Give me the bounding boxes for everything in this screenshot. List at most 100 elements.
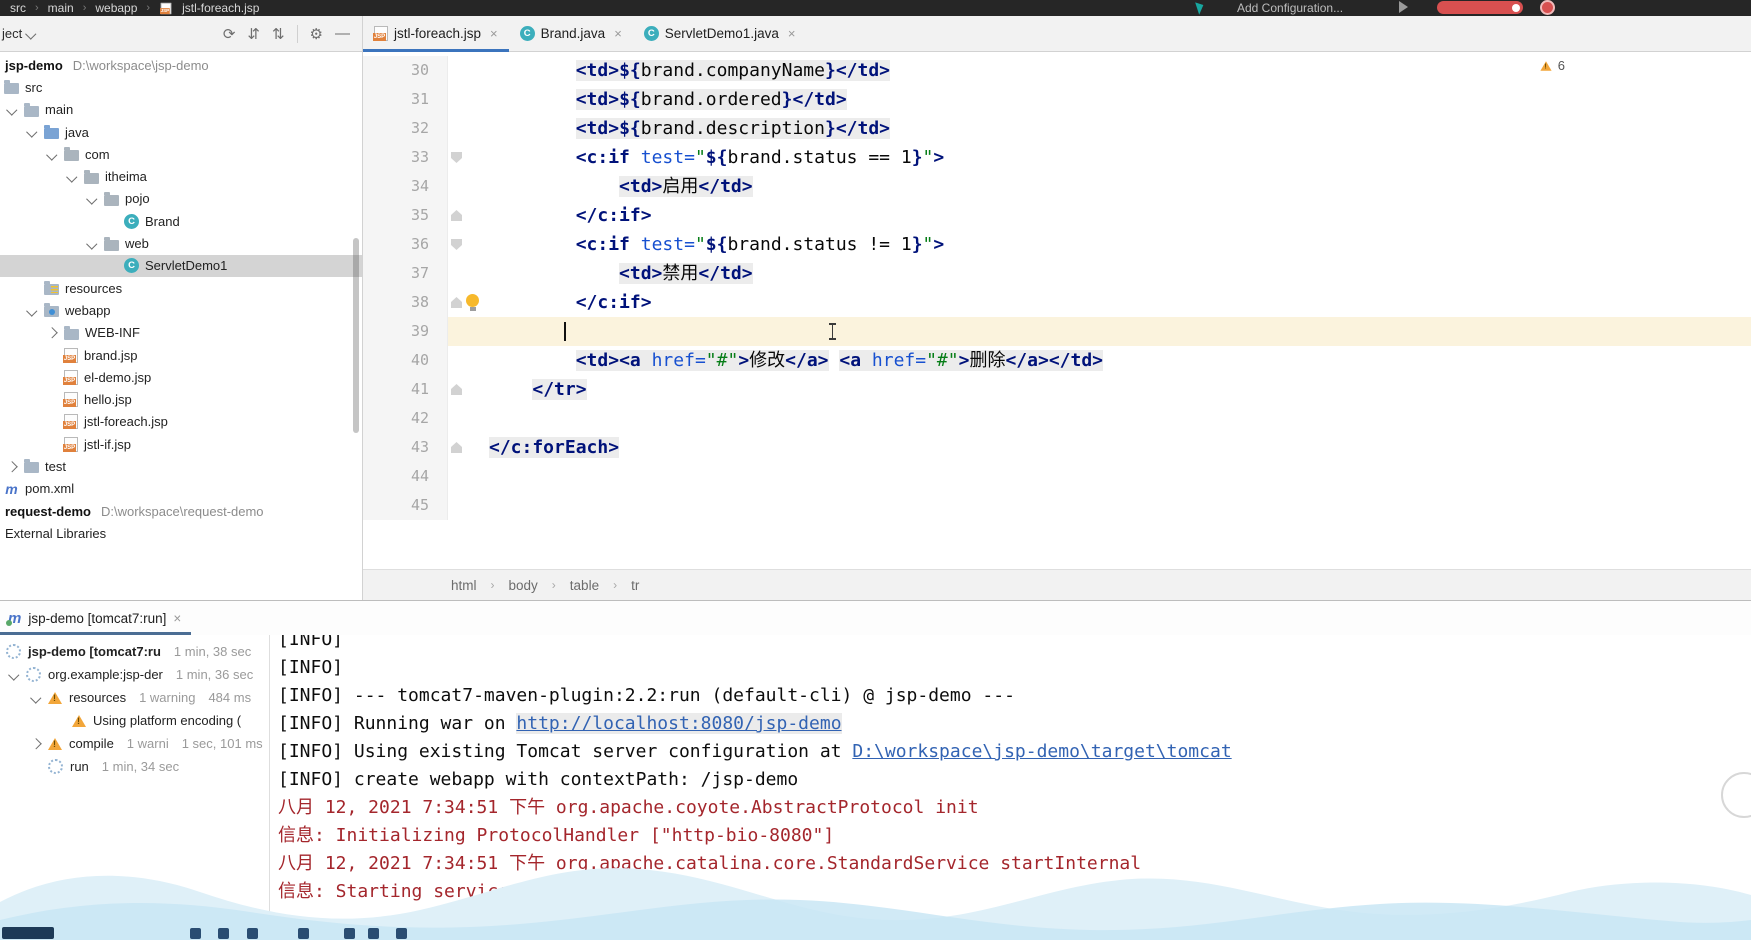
code-line-30[interactable]: 30 <td>${brand.companyName}</td> — [363, 56, 1751, 85]
tree-item-src[interactable]: src — [0, 76, 362, 98]
fold-up-icon[interactable] — [451, 442, 462, 453]
tree-item-itheima[interactable]: itheima — [0, 165, 362, 187]
tree-item-el-demo.jsp[interactable]: JSP el-demo.jsp — [0, 366, 362, 388]
close-icon[interactable]: × — [173, 611, 181, 626]
add-configuration-button[interactable]: Add Configuration... — [1237, 1, 1343, 15]
code-line-32[interactable]: 32 <td>${brand.description}</td> — [363, 114, 1751, 143]
code-line-35[interactable]: 35 </c:if> — [363, 201, 1751, 230]
tree-item-test[interactable]: test — [0, 455, 362, 477]
chevron-down-icon[interactable] — [26, 126, 38, 138]
tree-item-jstl-if.jsp[interactable]: JSP jstl-if.jsp — [0, 433, 362, 455]
run-tree-item-using-platform-encoding-[interactable]: Using platform encoding ( — [0, 709, 269, 732]
code-token: 删除 — [969, 350, 1006, 371]
tree-item-com[interactable]: com — [0, 143, 362, 165]
tab-Brand.java[interactable]: C Brand.java × — [509, 16, 633, 51]
run-tab[interactable]: m jsp-demo [tomcat7:run] × — [0, 601, 192, 635]
project-scrollbar-thumb[interactable] — [353, 238, 359, 433]
tree-item-pom.xml[interactable]: m pom.xml — [0, 478, 362, 500]
fold-down-icon[interactable] — [451, 152, 462, 163]
tab-ServletDemo1.java[interactable]: C ServletDemo1.java × — [633, 16, 807, 51]
code-line-44[interactable]: 44 — [363, 462, 1751, 491]
code-line-31[interactable]: 31 <td>${brand.ordered}</td> — [363, 85, 1751, 114]
hide-panel-icon[interactable]: — — [335, 25, 350, 42]
chevron-down-icon[interactable] — [8, 669, 20, 680]
chevron-down-icon[interactable] — [30, 692, 42, 703]
chevron-right-icon[interactable] — [30, 738, 42, 749]
code-line-45[interactable]: 45 — [363, 491, 1751, 520]
close-icon[interactable]: × — [614, 26, 622, 41]
chevron-down-icon[interactable] — [86, 193, 98, 205]
chevron-down-icon[interactable] — [86, 238, 98, 249]
chevron-right-icon[interactable] — [6, 461, 18, 472]
code-line-43[interactable]: 43 </c:forEach> — [363, 433, 1751, 462]
tree-item-external-libraries[interactable]: External Libraries — [0, 522, 362, 544]
console-link[interactable]: D:\workspace\jsp-demo\target\tomcat — [852, 741, 1231, 762]
expand-all-icon[interactable]: ⇵ — [247, 25, 260, 43]
console-line: [INFO] create webapp with contextPath: /… — [278, 766, 1751, 794]
xml-breadcrumb-item[interactable]: html — [451, 578, 477, 593]
console-link[interactable]: http://localhost:8080/jsp-demo — [516, 713, 842, 734]
code-line-41[interactable]: 41 </tr> — [363, 375, 1751, 404]
tree-item-jstl-foreach.jsp[interactable]: JSP jstl-foreach.jsp — [0, 411, 362, 433]
run-console[interactable]: [INFO] [INFO] [INFO] --- tomcat7-maven-plu… — [270, 635, 1751, 940]
tree-item-brand[interactable]: C Brand — [0, 210, 362, 232]
gear-icon[interactable]: ⚙ — [310, 25, 323, 43]
chevron-down-icon[interactable] — [6, 104, 18, 116]
xml-breadcrumb-item[interactable]: tr — [631, 578, 639, 593]
code-line-40[interactable]: 40 <td><a href="#">修改</a> <a href="#">删除… — [363, 346, 1751, 375]
tree-item-web-inf[interactable]: WEB-INF — [0, 322, 362, 344]
tab-jstl-foreach.jsp[interactable]: JSP jstl-foreach.jsp × — [363, 16, 509, 52]
code-area[interactable]: 6 30 <td>${brand.companyName}</td>31 <td… — [363, 52, 1751, 569]
refresh-icon[interactable]: ⟳ — [223, 25, 236, 43]
chevron-down-icon[interactable] — [25, 28, 37, 39]
breadcrumb-item[interactable]: webapp — [95, 1, 137, 15]
code-line-34[interactable]: 34 <td>启用</td> — [363, 172, 1751, 201]
code-line-38[interactable]: 38 </c:if> — [363, 288, 1751, 317]
breadcrumb-item[interactable]: jstl-foreach.jsp — [182, 1, 259, 15]
run-tree-item-compile[interactable]: compile 1 warni 1 sec, 101 ms — [0, 732, 269, 755]
tree-item-hello.jsp[interactable]: JSP hello.jsp — [0, 388, 362, 410]
close-icon[interactable]: × — [490, 26, 498, 41]
run-tree-item-jsp-demo-tomcat7-ru[interactable]: jsp-demo [tomcat7:ru 1 min, 38 sec — [0, 640, 269, 663]
console-line: [INFO] — [278, 635, 1751, 654]
run-tree-item-resources[interactable]: resources 1 warning 484 ms — [0, 686, 269, 709]
xml-breadcrumb-item[interactable]: table — [570, 578, 599, 593]
tree-item-request-demo[interactable]: request-demo D:\workspace\request-demo — [0, 500, 362, 522]
tree-item-web[interactable]: web — [0, 232, 362, 254]
code-line-42[interactable]: 42 — [363, 404, 1751, 433]
chevron-down-icon[interactable] — [46, 149, 58, 160]
fold-up-icon[interactable] — [451, 210, 462, 221]
fold-down-icon[interactable] — [451, 239, 462, 250]
chevron-down-icon[interactable] — [26, 305, 38, 316]
tree-item-brand.jsp[interactable]: JSP brand.jsp — [0, 344, 362, 366]
tree-item-main[interactable]: main — [0, 99, 362, 121]
intention-bulb-icon[interactable] — [466, 294, 479, 311]
code-line-33[interactable]: 33 <c:if test="${brand.status == 1}"> — [363, 143, 1751, 172]
tree-item-webapp[interactable]: webapp — [0, 299, 362, 321]
chevron-down-icon[interactable] — [66, 171, 78, 182]
tree-item-pojo[interactable]: pojo — [0, 188, 362, 210]
project-panel-title[interactable]: ject — [2, 26, 22, 41]
code-token: ${ — [705, 234, 728, 255]
tree-item-jsp-demo[interactable]: jsp-demo D:\workspace\jsp-demo — [0, 54, 362, 76]
collapse-all-icon[interactable]: ⇅ — [272, 25, 285, 43]
tree-item-resources[interactable]: resources — [0, 277, 362, 299]
warning-icon — [48, 691, 62, 704]
fold-up-icon[interactable] — [451, 384, 462, 395]
run-tree-item-run[interactable]: run 1 min, 34 sec — [0, 755, 269, 778]
tree-item-servletdemo1[interactable]: C ServletDemo1 — [0, 254, 362, 277]
code-line-39[interactable]: 39 — [363, 317, 1751, 346]
tree-item-java[interactable]: java — [0, 121, 362, 143]
breadcrumb-item[interactable]: main — [48, 1, 74, 15]
code-line-36[interactable]: 36 <c:if test="${brand.status != 1}"> — [363, 230, 1751, 259]
breadcrumb-item[interactable]: src — [10, 1, 26, 15]
run-tree-item-org.example-jsp-der[interactable]: org.example:jsp-der 1 min, 36 sec — [0, 663, 269, 686]
run-play-icon[interactable] — [1399, 1, 1408, 13]
close-icon[interactable]: × — [788, 26, 796, 41]
code-line-37[interactable]: 37 <td>禁用</td> — [363, 259, 1751, 288]
xml-breadcrumb-item[interactable]: body — [509, 578, 538, 593]
fold-up-icon[interactable] — [451, 297, 462, 308]
chevron-right-icon[interactable] — [46, 327, 58, 339]
